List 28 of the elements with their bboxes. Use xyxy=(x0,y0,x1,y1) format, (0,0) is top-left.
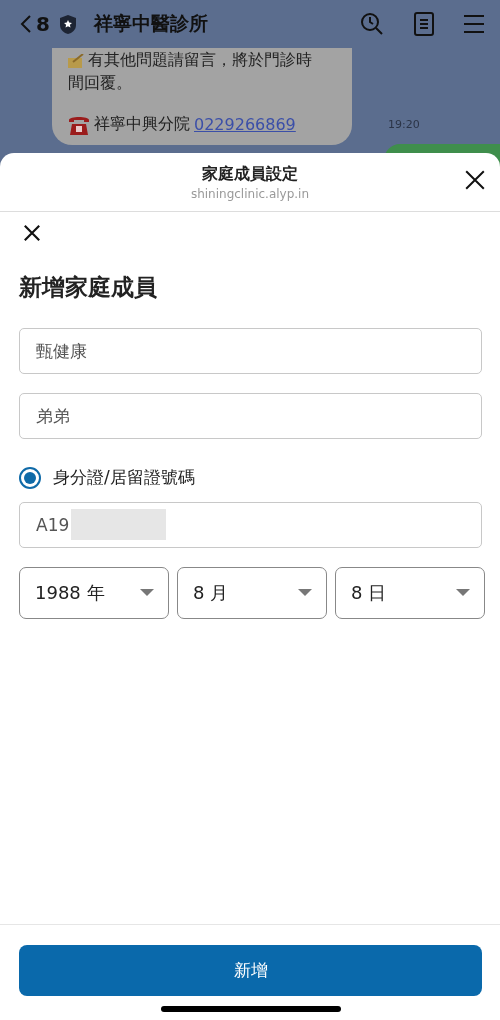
back-button[interactable]: 8 xyxy=(20,12,50,36)
radio-label: 身分證/居留證號碼 xyxy=(53,466,195,489)
add-button[interactable]: 新增 xyxy=(19,945,482,996)
search-icon[interactable] xyxy=(360,12,384,36)
message-text: 有其他問題請留言，將於門診時 xyxy=(88,50,312,71)
telephone-icon xyxy=(68,114,90,135)
memo-icon xyxy=(68,53,84,68)
date-select[interactable]: 8 日 xyxy=(335,567,485,619)
date-select[interactable]: 8 月 xyxy=(177,567,327,619)
date-select[interactable]: 1988 年 xyxy=(19,567,169,619)
sheet-title: 家庭成員設定 xyxy=(202,163,298,185)
shield-icon xyxy=(59,14,76,34)
notes-icon[interactable] xyxy=(414,12,434,36)
chevron-left-icon xyxy=(20,14,32,34)
message-text: 間回覆。 xyxy=(68,73,132,94)
relation-field[interactable]: 弟弟 xyxy=(19,393,482,439)
name-field[interactable]: 甄健康 xyxy=(19,328,482,374)
form-heading: 新增家庭成員 xyxy=(19,273,158,302)
menu-icon[interactable] xyxy=(464,15,484,33)
radio-button[interactable] xyxy=(19,466,41,489)
message-time: 19:20 xyxy=(388,118,420,131)
branch-name: 祥寧中興分院 xyxy=(94,114,190,135)
chat-title: 祥寧中醫診所 xyxy=(93,11,209,36)
sheet-domain: shiningclinic.alyp.in xyxy=(190,186,310,201)
caret-icon xyxy=(140,589,154,597)
caret-icon xyxy=(298,589,312,597)
caret-icon xyxy=(456,589,470,597)
close-icon[interactable] xyxy=(464,169,486,191)
